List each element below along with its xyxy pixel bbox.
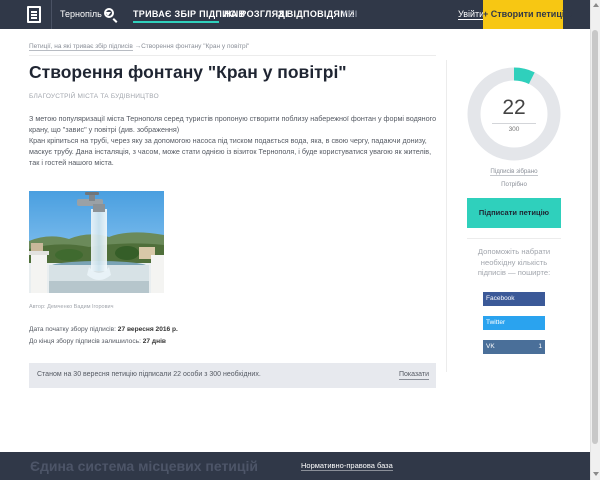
remaining-value: 27 днів [142, 338, 166, 345]
divider [467, 238, 561, 239]
column-divider [446, 60, 447, 372]
signatures-count: 22 [502, 96, 526, 119]
footer-title: Єдина система місцевих петицій [30, 458, 259, 474]
photo-caption: Автор: Демченко Вадим Ігорович [29, 304, 114, 310]
description-paragraph: Кран кріпиться на трубі, через яку за до… [29, 136, 432, 167]
legal-base-link[interactable]: Нормативно-правова база [301, 461, 393, 471]
fountain-image [29, 191, 164, 293]
start-date-label: Дата початку збору підписів: [29, 326, 116, 333]
share-prompt: Допоможіть набрати необхідну кількість п… [477, 247, 551, 277]
signatures-needed: 300 [492, 123, 536, 133]
search-icon[interactable] [104, 8, 114, 18]
facebook-share-button[interactable]: Facebook [483, 292, 545, 306]
divider [29, 55, 436, 56]
remaining-row: До кінця збору підписів залишилось: 27 д… [29, 336, 178, 348]
vk-share-label: VK [486, 343, 495, 350]
start-date-value: 27 вересня 2016 р. [117, 326, 178, 333]
petition-photo[interactable] [29, 191, 164, 293]
city-label: Тернопіль [60, 9, 102, 19]
vk-share-button[interactable]: VK 1 [483, 340, 545, 354]
needed-label: Потрібно [501, 181, 527, 188]
scroll-up-icon[interactable] [593, 3, 599, 7]
vk-share-count: 1 [538, 343, 542, 350]
signature-status-box: Станом на 30 вересня петицію підписали 2… [29, 363, 436, 388]
remaining-label: До кінця збору підписів залишилось: [29, 338, 141, 345]
status-text: Станом на 30 вересня петицію підписали 2… [37, 371, 261, 378]
collected-label-text: Підписів зібрано [490, 168, 538, 176]
breadcrumb-parent[interactable]: Петиції, на які триває збір підписів [29, 43, 133, 51]
description-paragraph: З метою популяризації міста Тернополя се… [29, 114, 437, 134]
top-navbar: Тернопіль ТРИВАЄ ЗБІР ПІДПИСІВ НА РОЗГЛЯ… [0, 0, 600, 29]
footer: Єдина система місцевих петицій Нормативн… [0, 452, 590, 480]
sign-petition-button[interactable]: Підписати петицію [467, 198, 561, 228]
start-date-row: Дата початку збору підписів: 27 вересня … [29, 324, 178, 336]
plus-icon: + [483, 9, 491, 19]
petition-dates: Дата початку збору підписів: 27 вересня … [29, 324, 178, 348]
page-title: Створення фонтану "Кран у повітрі" [29, 62, 347, 82]
create-petition-button[interactable]: + Створити петицію [483, 0, 572, 29]
create-petition-label: Створити петицію [490, 9, 573, 19]
scrollbar-thumb[interactable] [592, 30, 598, 444]
active-tab-underline [133, 21, 219, 23]
petition-category: БЛАГОУСТРІЙ МІСТА ТА БУДІВНИЦТВО [29, 93, 159, 100]
twitter-share-button[interactable]: Twitter [483, 316, 545, 330]
login-link[interactable]: Увійти [458, 9, 485, 20]
document-logo-icon[interactable] [27, 6, 41, 23]
divider [51, 0, 52, 29]
twitter-share-label: Twitter [486, 319, 506, 326]
breadcrumb-current: Створення фонтану "Кран у повітрі" [141, 43, 250, 50]
petition-page: Тернопіль ТРИВАЄ ЗБІР ПІДПИСІВ НА РОЗГЛЯ… [0, 0, 600, 480]
show-signers-link[interactable]: Показати [398, 371, 429, 380]
petition-description: З метою популяризації міста Тернополя се… [29, 113, 439, 168]
breadcrumb: Петиції, на які триває збір підписів →Ст… [29, 43, 250, 51]
collected-label: Підписів зібрано [467, 168, 561, 176]
scroll-down-icon[interactable] [593, 472, 599, 476]
facebook-share-label: Facebook [486, 295, 515, 302]
nav-tab-all[interactable]: УСІ [342, 9, 358, 19]
